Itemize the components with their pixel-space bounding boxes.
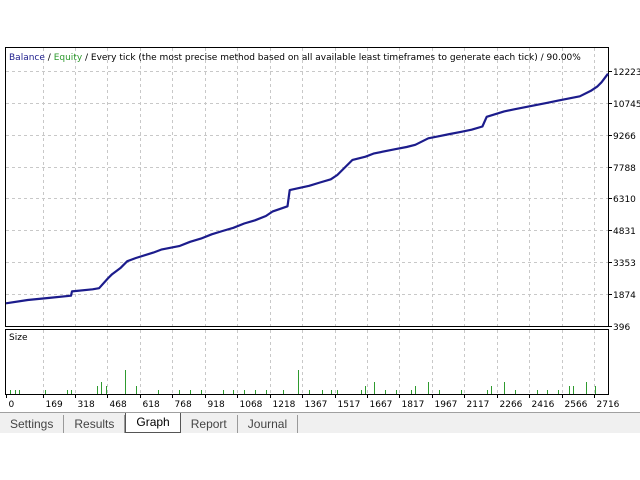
x-tick-label: 1218 — [273, 400, 296, 410]
tab-results[interactable]: Results — [64, 415, 126, 433]
x-tick-label: 618 — [143, 400, 160, 410]
x-tick-label: 1667 — [370, 400, 393, 410]
y-tick-label: 7788 — [613, 164, 636, 174]
size-chart-border — [5, 329, 609, 395]
x-tick-label: 2566 — [565, 400, 588, 410]
y-tick-label: 9266 — [613, 132, 636, 142]
chart-header: Balance / Equity / Every tick (the most … — [9, 53, 581, 63]
empty-area — [0, 433, 640, 480]
x-tick-label: 1967 — [435, 400, 458, 410]
test-mode-caption: / Every tick (the most precise method ba… — [85, 53, 581, 63]
tab-settings[interactable]: Settings — [0, 415, 65, 433]
equity-legend: Equity — [54, 53, 83, 63]
y-tick-label: 10745 — [613, 100, 640, 110]
y-tick-label: 6310 — [613, 195, 636, 205]
x-tick-label: 468 — [110, 400, 127, 410]
tab-graph[interactable]: Graph — [125, 413, 181, 433]
x-tick-label: 318 — [78, 400, 95, 410]
x-tick-label: 1817 — [402, 400, 425, 410]
y-tick-label: 12223 — [613, 68, 640, 78]
x-tick-label: 768 — [175, 400, 192, 410]
size-label: Size — [9, 333, 28, 343]
x-tick-label: 169 — [46, 400, 63, 410]
tester-graph: 12223 10745 9266 7788 6310 4831 3353 1874 396 0 1… — [0, 0, 640, 480]
tab-report[interactable]: Report — [181, 415, 238, 433]
tab-journal[interactable]: Journal — [238, 415, 299, 433]
x-tick-label: 918 — [208, 400, 225, 410]
x-tick-label: 1068 — [240, 400, 263, 410]
y-tick-label: 1874 — [613, 291, 636, 301]
balance-legend: Balance — [9, 53, 45, 63]
x-tick-label: 1367 — [305, 400, 328, 410]
x-tick-label: 2716 — [597, 400, 620, 410]
x-tick-label: 0 — [9, 400, 15, 410]
x-tick-label: 2416 — [532, 400, 555, 410]
x-tick-label: 2266 — [500, 400, 523, 410]
x-tick-label: 1517 — [338, 400, 361, 410]
y-tick-label: 396 — [613, 323, 630, 333]
y-tick-label: 3353 — [613, 259, 636, 269]
y-tick-label: 4831 — [613, 227, 636, 237]
tester-tabs: Settings Results Graph Report Journal — [0, 412, 640, 433]
x-tick-label: 2117 — [467, 400, 490, 410]
